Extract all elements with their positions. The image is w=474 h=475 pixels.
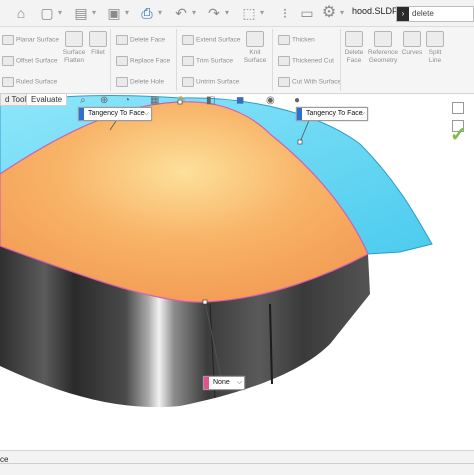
replace-face-button[interactable]: Replace Face (116, 56, 170, 66)
open-folder-icon[interactable]: ▤ (72, 4, 90, 22)
tab-evaluate[interactable]: Evaluate (26, 93, 68, 106)
trim-surface-button[interactable]: Trim Surface (182, 56, 233, 66)
fillet-button[interactable]: Fillet (88, 31, 108, 57)
chevron-down-icon[interactable]: ▾ (340, 7, 348, 19)
chevron-down-icon: ⌵ (236, 379, 242, 386)
callout-tangency-left[interactable]: Tangency To Face ⌵ (78, 107, 152, 121)
cut-with-surface-button[interactable]: Cut With Surface (278, 77, 341, 87)
split-line-icon (426, 31, 444, 47)
thicken-button[interactable]: Thicken (278, 35, 315, 45)
title-bar: ⌂ ▢ ▾ ▤ ▾ ▣ ▾ ⎙ ▾ ↶ ▾ ↷ ▾ ⬚ ▾ ⁝ ▭ ⚙ ▾ ho… (0, 0, 474, 27)
knit-surface-icon (246, 31, 264, 47)
options-gear-icon[interactable]: ⚙ (320, 4, 338, 22)
callout-color-tag (297, 108, 302, 120)
chevron-down-icon[interactable]: ▾ (260, 7, 268, 19)
chevron-down-icon[interactable]: ▾ (125, 7, 133, 19)
select-icon[interactable]: ⬚ (240, 4, 258, 22)
ruled-surface-button[interactable]: Ruled Surface (2, 77, 57, 87)
thickened-cut-button[interactable]: Thickened Cut (278, 56, 334, 66)
confirm-checkmark-icon[interactable]: ✓ (450, 122, 467, 147)
ribbon-separator (110, 29, 111, 91)
delete-face-icon (116, 35, 128, 45)
model-surfaces (0, 95, 433, 408)
command-manager-ribbon: Planar Surface Offset Surface Ruled Surf… (0, 27, 474, 94)
ribbon-separator (272, 29, 273, 91)
search-value: delete (412, 9, 434, 18)
offset-surface-button[interactable]: Offset Surface (2, 56, 57, 66)
status-divider (0, 463, 474, 464)
untrim-surface-button[interactable]: Untrim Surface (182, 77, 239, 87)
redo-icon[interactable]: ↷ (205, 4, 223, 22)
command-prompt-icon: › (397, 7, 409, 21)
print-icon[interactable]: ⎙ (138, 4, 156, 22)
untrim-surface-icon (182, 77, 194, 87)
delete-face-button[interactable]: Delete Face (116, 35, 165, 45)
curves-button[interactable]: Curves (400, 31, 424, 57)
chevron-down-icon[interactable]: ▾ (58, 7, 66, 19)
reference-geometry-button[interactable]: Reference Geometry (368, 31, 398, 65)
knit-surface-button[interactable]: Knit Surface (242, 31, 268, 65)
command-tabs: d Tools Evaluate (0, 93, 474, 106)
save-icon[interactable]: ▣ (105, 4, 123, 22)
surface-flatten-icon (65, 31, 83, 47)
chevron-down-icon[interactable]: ▾ (92, 7, 100, 19)
handle-point (297, 139, 303, 145)
chevron-down-icon: ⌵ (359, 110, 365, 117)
planar-surface-button[interactable]: Planar Surface (2, 35, 59, 45)
handle-point (202, 299, 208, 305)
trim-surface-icon (182, 56, 194, 66)
ribbon-separator (176, 29, 177, 91)
command-search-input[interactable]: › delete (396, 6, 474, 22)
split-line-button[interactable]: Split Line (426, 31, 444, 65)
surface-flatten-button[interactable]: Surface Flatten (62, 31, 86, 65)
cut-with-surface-icon (278, 77, 290, 87)
extend-surface-icon (182, 35, 194, 45)
ribbon-separator (340, 29, 341, 91)
extend-surface-button[interactable]: Extend Surface (182, 35, 240, 45)
new-document-icon[interactable]: ▢ (38, 4, 56, 22)
traffic-light-icon[interactable]: ⁝ (276, 4, 294, 22)
delete-hole-icon (116, 77, 128, 87)
chevron-down-icon[interactable]: ▾ (225, 7, 233, 19)
curves-icon (403, 31, 421, 47)
file-properties-icon[interactable]: ▭ (298, 4, 316, 22)
fillet-icon (89, 31, 107, 47)
delete-hole-button[interactable]: Delete Hole (116, 77, 164, 87)
undo-icon[interactable]: ↶ (172, 4, 190, 22)
thicken-icon (278, 35, 290, 45)
planar-surface-icon (2, 35, 14, 45)
home-icon[interactable]: ⌂ (12, 4, 30, 22)
reference-geometry-icon (374, 31, 392, 47)
callout-color-tag (204, 377, 209, 389)
delete-face-button-2[interactable]: Delete Face (344, 31, 364, 65)
chevron-down-icon: ⌵ (143, 110, 149, 117)
delete-face-icon (345, 31, 363, 47)
graphics-viewport[interactable]: ⌕ ⊕ ◔ ▦ ✎ ◧ ◼ ◉ ● ✓ Tangency To Face ⌵ T… (0, 94, 474, 450)
callout-tangency-right[interactable]: Tangency To Face ⌵ (296, 107, 368, 121)
thickened-cut-icon (278, 56, 290, 66)
ruled-surface-icon (2, 77, 14, 87)
offset-surface-icon (2, 56, 14, 66)
callout-none[interactable]: None ⌵ (203, 376, 245, 390)
chevron-down-icon[interactable]: ▾ (158, 7, 166, 19)
replace-face-icon (116, 56, 128, 66)
chevron-down-icon[interactable]: ▾ (192, 7, 200, 19)
callout-color-tag (79, 108, 84, 120)
